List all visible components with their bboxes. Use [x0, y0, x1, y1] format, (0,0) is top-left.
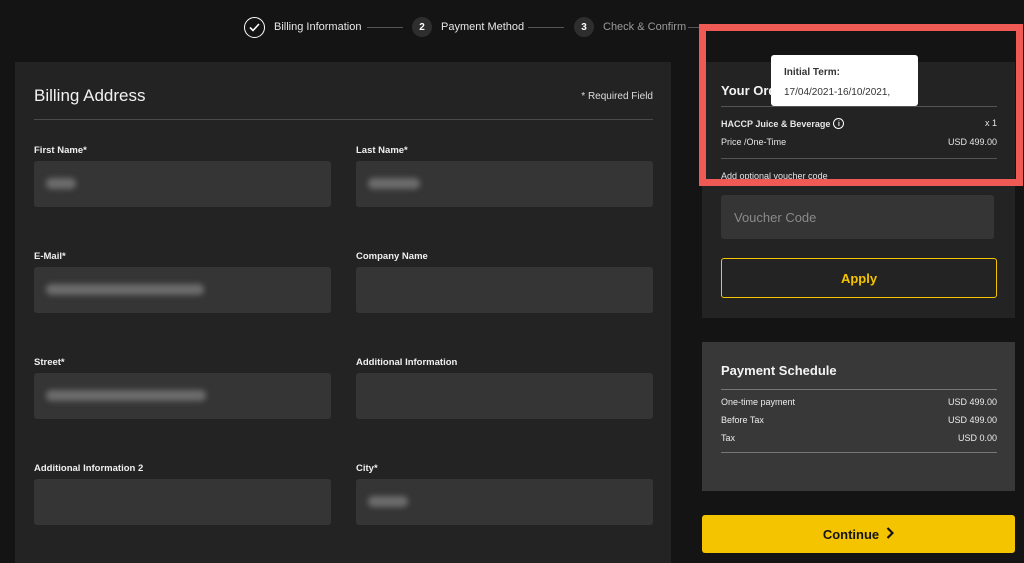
step-check-confirm: 3 Check & Confirm — [574, 16, 686, 38]
first-name-label: First Name* — [34, 145, 87, 156]
step-billing-information[interactable]: Billing Information — [244, 16, 361, 38]
company-name-label: Company Name — [356, 251, 428, 262]
step-connector — [367, 27, 403, 28]
check-circle-icon — [244, 16, 265, 38]
continue-label: Continue — [822, 526, 880, 542]
payment-schedule-panel: Payment Schedule One-time payment USD 49… — [702, 342, 1015, 491]
schedule-row: Tax USD 0.00 — [721, 433, 997, 443]
step-payment-method: 2 Payment Method — [412, 16, 524, 38]
step-number: 3 — [574, 17, 594, 37]
schedule-title: Payment Schedule — [721, 363, 837, 378]
schedule-row-value: USD 499.00 — [947, 397, 997, 407]
schedule-row-label: One-time payment — [721, 397, 796, 407]
step-label: Check & Confirm — [603, 21, 687, 33]
divider — [721, 158, 997, 159]
product-quantity: x 1 — [984, 118, 997, 128]
divider — [721, 389, 997, 390]
order-title: Your Ord — [721, 83, 777, 98]
schedule-row: One-time payment USD 499.00 — [721, 397, 997, 407]
chevron-right-icon — [886, 526, 895, 542]
continue-button[interactable]: Continue — [702, 515, 1015, 553]
last-name-input[interactable] — [356, 161, 653, 207]
city-label: City* — [356, 463, 378, 474]
billing-address-panel: Billing Address * Required Field First N… — [15, 62, 671, 563]
schedule-row-label: Before Tax — [721, 415, 764, 425]
blurred-value — [368, 496, 408, 507]
step-label: Payment Method — [441, 21, 525, 33]
tooltip-value: 17/04/2021-16/10/2021, — [784, 87, 891, 98]
schedule-row-value: USD 0.00 — [957, 433, 997, 443]
order-price-row: Price /One-Time USD 499.00 — [721, 137, 997, 147]
divider — [721, 452, 997, 453]
email-label: E-Mail* — [34, 251, 66, 262]
email-input[interactable] — [34, 267, 331, 313]
step-connector — [528, 27, 564, 28]
voucher-label: Add optional voucher code — [721, 171, 828, 181]
street-label: Street* — [34, 357, 65, 368]
voucher-code-input[interactable] — [721, 195, 994, 239]
billing-title: Billing Address — [34, 86, 146, 105]
additional-info-input[interactable] — [356, 373, 653, 419]
step-connector — [688, 27, 700, 28]
first-name-input[interactable] — [34, 161, 331, 207]
blurred-value — [46, 284, 204, 295]
blurred-value — [368, 178, 420, 189]
last-name-label: Last Name* — [356, 145, 408, 156]
company-name-input[interactable] — [356, 267, 653, 313]
schedule-row: Before Tax USD 499.00 — [721, 415, 997, 425]
additional-info-2-input[interactable] — [34, 479, 331, 525]
price-value: USD 499.00 — [947, 137, 997, 147]
info-icon[interactable]: i — [833, 118, 845, 129]
divider — [34, 119, 653, 120]
step-number: 2 — [412, 17, 432, 37]
schedule-row-value: USD 499.00 — [947, 415, 997, 425]
product-name: HACCP Juice & Beverage i — [721, 118, 845, 129]
step-label: Billing Information — [274, 21, 362, 33]
product-name-text: HACCP Juice & Beverage — [721, 118, 831, 129]
city-input[interactable] — [356, 479, 653, 525]
apply-button[interactable]: Apply — [721, 258, 997, 298]
required-field-note: * Required Field — [581, 91, 653, 102]
order-product-row: HACCP Juice & Beverage i x 1 — [721, 118, 997, 129]
additional-info-2-label: Additional Information 2 — [34, 463, 144, 474]
price-label: Price /One-Time — [721, 137, 787, 147]
checkout-stepper: Billing Information 2 Payment Method 3 C… — [0, 0, 1024, 55]
divider — [721, 106, 997, 107]
blurred-value — [46, 178, 76, 189]
tooltip-title: Initial Term: — [784, 67, 840, 78]
initial-term-tooltip: Initial Term: 17/04/2021-16/10/2021, — [771, 55, 918, 106]
additional-info-label: Additional Information — [356, 357, 458, 368]
blurred-value — [46, 390, 206, 401]
schedule-row-label: Tax — [721, 433, 736, 443]
street-input[interactable] — [34, 373, 331, 419]
